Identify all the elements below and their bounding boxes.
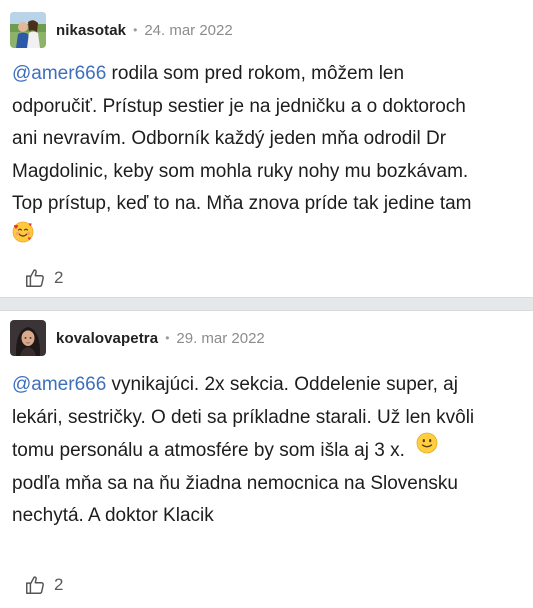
comment-card: kovalovapetra • 29. mar 2022 @amer666 vy… [0, 311, 533, 608]
avatar[interactable] [10, 12, 46, 48]
comment-line: nechytá. A doktor Klacik [12, 505, 214, 526]
comment-divider [0, 297, 533, 311]
comment-line: Top prístup, keď to na. Mňa znova príde … [12, 193, 472, 214]
like-count: 2 [54, 575, 64, 594]
comment-text: tomu personálu a atmosfére by som išla a… [12, 439, 405, 461]
comment-date: 24. mar 2022 [144, 21, 233, 39]
comment-line: odporučiť. Prístup sestier je na jedničk… [12, 95, 466, 117]
meta-separator: • [165, 331, 170, 345]
smiling-face-with-hearts-icon [12, 221, 34, 255]
comment-body: @amer666 vynikajúci. 2x sekcia. Oddeleni… [12, 369, 519, 533]
username[interactable]: nikasotak [56, 22, 126, 39]
comment-header: nikasotak • 24. mar 2022 [10, 12, 233, 48]
comment-body: @amer666 rodila som pred rokom, môžem le… [12, 58, 519, 254]
comment-line: @amer666 rodila som pred rokom, môžem le… [12, 58, 519, 91]
like-button[interactable]: 2 [24, 574, 63, 596]
mention-link[interactable]: @amer666 [12, 63, 106, 84]
slightly-smiling-face-icon [416, 432, 438, 466]
comment-line: ani nevravím. Odborník každý jeden mňa o… [12, 128, 447, 149]
mention-link[interactable]: @amer666 [12, 374, 106, 395]
avatar[interactable] [10, 320, 46, 356]
comment-line: @amer666 vynikajúci. 2x sekcia. Oddeleni… [12, 369, 519, 402]
comment-line: lekári, sestričky. O deti sa príkladne s… [12, 406, 475, 428]
meta-separator: • [133, 23, 138, 37]
thumbs-up-icon [24, 267, 46, 289]
like-count: 2 [54, 268, 64, 287]
comment-line: podľa mňa sa na ňu žiadna nemocnica na S… [12, 472, 458, 494]
comment-date: 29. mar 2022 [176, 329, 265, 347]
comment-text: rodila som pred rokom, môžem len [106, 63, 405, 84]
comment-line: tomu personálu a atmosfére by som išla a… [12, 432, 519, 468]
comment-line [12, 221, 519, 255]
comment-line: Magdolinic, keby som mohla ruky nohy mu … [12, 160, 469, 182]
comment-header: kovalovapetra • 29. mar 2022 [10, 320, 265, 356]
like-button[interactable]: 2 [24, 267, 63, 289]
username[interactable]: kovalovapetra [56, 330, 158, 347]
comment-card: nikasotak • 24. mar 2022 @amer666 rodila… [0, 0, 533, 297]
thumbs-up-icon [24, 574, 46, 596]
comment-text: vynikajúci. 2x sekcia. Oddelenie super, … [106, 374, 458, 395]
